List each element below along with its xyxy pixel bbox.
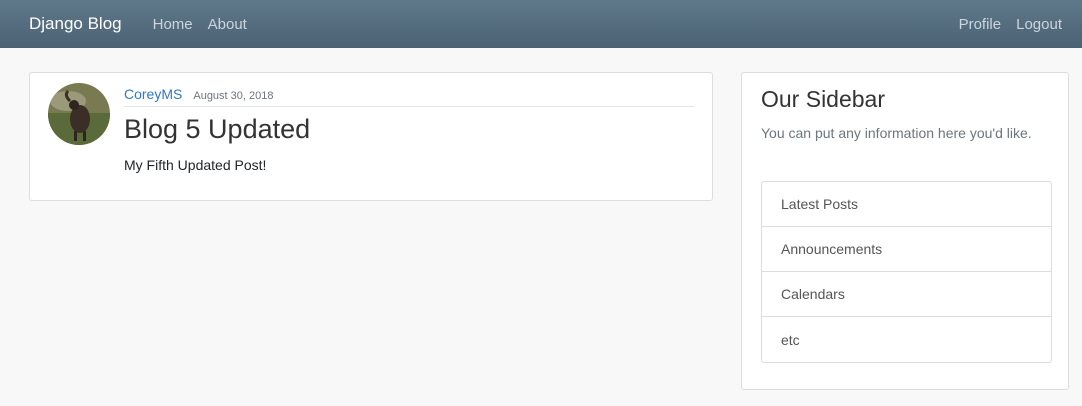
nav-logout-link[interactable]: Logout	[1016, 16, 1062, 33]
nav-home-link[interactable]: Home	[153, 16, 193, 33]
post-card: CoreyMS August 30, 2018 Blog 5 Updated M…	[29, 72, 713, 201]
post-meta: CoreyMS August 30, 2018	[124, 86, 694, 107]
post-author-link[interactable]: CoreyMS	[124, 86, 182, 102]
brand-link[interactable]: Django Blog	[29, 14, 122, 34]
sidebar-item-etc[interactable]: etc	[762, 317, 1051, 362]
sidebar-item-announcements[interactable]: Announcements	[762, 227, 1051, 272]
sidebar-list: Latest Posts Announcements Calendars etc	[761, 181, 1052, 363]
nav-profile-link[interactable]: Profile	[959, 16, 1002, 33]
sidebar-item-calendars[interactable]: Calendars	[762, 272, 1051, 317]
post-content: My Fifth Updated Post!	[124, 157, 267, 173]
sidebar-title: Our Sidebar	[761, 86, 886, 112]
sidebar: Our Sidebar You can put any information …	[741, 72, 1069, 390]
nav-about-link[interactable]: About	[208, 16, 247, 33]
author-avatar	[48, 83, 110, 145]
post-title-link[interactable]: Blog 5 Updated	[124, 114, 310, 145]
avatar-image	[48, 83, 110, 145]
sidebar-item-latest-posts[interactable]: Latest Posts	[762, 182, 1051, 227]
sidebar-description: You can put any information here you'd l…	[761, 125, 1032, 141]
post-date: August 30, 2018	[193, 90, 274, 102]
top-navbar: Django Blog Home About Profile Logout	[0, 0, 1082, 48]
nav-right-group: Profile Logout	[944, 16, 1062, 33]
